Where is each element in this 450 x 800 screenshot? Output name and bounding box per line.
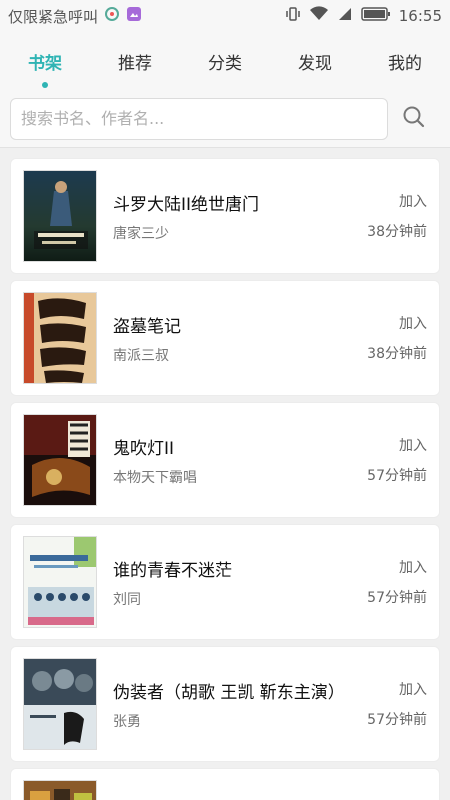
signal-icon — [337, 6, 353, 26]
tab-category[interactable]: 分类 — [198, 41, 252, 82]
tab-mine[interactable]: 我的 — [378, 41, 432, 82]
main-tabs: 书架 推荐 分类 发现 我的 — [0, 32, 450, 90]
book-title: 伪装者（胡歌 王凯 靳东主演） — [113, 682, 345, 703]
book-author: 唐家三少 — [113, 225, 169, 242]
book-author: 张勇 — [113, 713, 141, 730]
book-card[interactable] — [10, 768, 440, 800]
book-card[interactable]: 鬼吹灯II 本物天下霸唱 加入 57分钟前 — [10, 402, 440, 518]
image-notification-icon — [126, 6, 142, 26]
update-time: 57分钟前 — [367, 590, 427, 606]
tab-recommend[interactable]: 推荐 — [108, 41, 162, 82]
book-card[interactable]: 盗墓笔记 南派三叔 加入 38分钟前 — [10, 280, 440, 396]
update-time: 57分钟前 — [367, 468, 427, 484]
tab-discover[interactable]: 发现 — [288, 41, 342, 82]
update-time: 38分钟前 — [367, 224, 427, 240]
book-cover — [23, 780, 97, 800]
add-button[interactable]: 加入 — [367, 435, 427, 455]
add-button[interactable]: 加入 — [367, 557, 427, 577]
book-card[interactable]: 伪装者（胡歌 王凯 靳东主演） 张勇 加入 57分钟前 — [10, 646, 440, 762]
clock-text: 16:55 — [398, 7, 442, 25]
search-box[interactable] — [10, 97, 388, 140]
book-title: 鬼吹灯II — [113, 438, 175, 459]
search-button[interactable] — [388, 98, 440, 140]
book-card[interactable]: 斗罗大陆II绝世唐门 唐家三少 加入 38分钟前 — [10, 158, 440, 274]
book-cover — [23, 292, 97, 384]
book-author: 南派三叔 — [113, 347, 169, 364]
book-title: 盗墓笔记 — [113, 316, 181, 337]
book-cover — [23, 170, 97, 262]
book-card[interactable]: 谁的青春不迷茫 刘同 加入 57分钟前 — [10, 524, 440, 640]
book-title: 谁的青春不迷茫 — [113, 560, 232, 581]
add-button[interactable]: 加入 — [367, 679, 427, 699]
book-author: 本物天下霸唱 — [113, 469, 197, 486]
status-bar: 仅限紧急呼叫 16:55 — [0, 0, 450, 32]
app-notification-icon — [104, 6, 120, 26]
book-title: 斗罗大陆II绝世唐门 — [113, 194, 260, 215]
book-cover — [23, 536, 97, 628]
update-time: 38分钟前 — [367, 346, 427, 362]
tab-bookshelf[interactable]: 书架 — [18, 41, 72, 88]
add-button[interactable]: 加入 — [367, 191, 427, 211]
update-time: 57分钟前 — [367, 712, 427, 728]
book-cover — [23, 658, 97, 750]
vibrate-icon — [285, 6, 301, 26]
book-cover — [23, 414, 97, 506]
book-author: 刘同 — [113, 591, 141, 608]
book-list: 斗罗大陆II绝世唐门 唐家三少 加入 38分钟前 盗墓笔记 南派三叔 加入 38… — [0, 148, 450, 800]
wifi-icon — [309, 6, 329, 26]
search-input[interactable] — [21, 109, 377, 128]
search-icon — [402, 105, 426, 133]
battery-icon — [361, 6, 391, 26]
search-row — [0, 90, 450, 148]
add-button[interactable]: 加入 — [367, 313, 427, 333]
carrier-text: 仅限紧急呼叫 — [8, 7, 99, 26]
